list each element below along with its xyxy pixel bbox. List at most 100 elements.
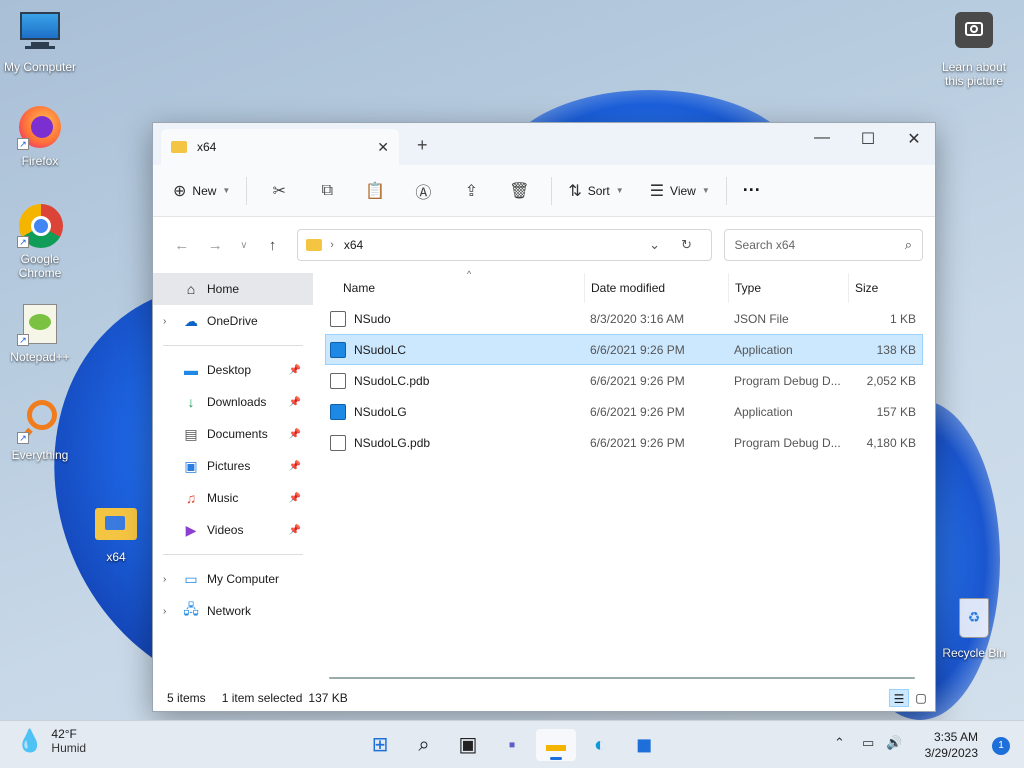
task-view-icon[interactable]: ▣ <box>448 729 488 761</box>
horizontal-scrollbar[interactable] <box>329 677 915 679</box>
column-size[interactable]: Size <box>849 273 919 303</box>
file-list: ^ Name Date modified Type Size NSudo 8/3/… <box>313 269 935 685</box>
taskbar: 💧 42°F Humid ⊞ ⌕ ▣ ▪ ▬ ◐ ◼ ⌃ ▭ 🔊 3:35 AM… <box>0 720 1024 768</box>
table-row[interactable]: NSudoLC 6/6/2021 9:26 PM Application 138 KB <box>325 334 923 365</box>
time: 3:35 AM <box>933 730 978 744</box>
recent-chevron-icon[interactable]: ∨ <box>232 240 256 251</box>
sidebar-item-network[interactable]: › 🖧 Network <box>153 595 313 627</box>
desktop-icon-firefox[interactable]: ↗ Firefox <box>0 104 80 168</box>
sidebar-item-onedrive[interactable]: › ☁ OneDrive <box>153 305 313 337</box>
file-type: JSON File <box>734 311 789 326</box>
desktop-icon-label: x64 <box>106 550 126 564</box>
pin-icon[interactable]: 📌 <box>289 429 301 440</box>
maximize-button[interactable]: ☐ <box>845 129 891 149</box>
desktop-icon-everything[interactable]: ↗ Everything <box>0 398 80 462</box>
camera-icon <box>951 10 997 56</box>
desktop-icon-label: Firefox <box>21 154 59 168</box>
delete-icon[interactable]: 🗑 <box>495 181 543 201</box>
tab-title: x64 <box>197 140 217 154</box>
search-input[interactable] <box>734 238 905 252</box>
forward-arrow-icon[interactable]: → <box>199 237 233 254</box>
sidebar-item-downloads[interactable]: ↓ Downloads 📌 <box>153 386 313 418</box>
divider <box>163 554 303 555</box>
start-icon[interactable]: ⊞ <box>360 729 400 761</box>
breadcrumb-x64[interactable]: x64 <box>344 238 639 252</box>
clock[interactable]: 3:35 AM 3/29/2023 <box>925 729 978 761</box>
tab-x64[interactable]: x64 ✕ <box>161 129 399 165</box>
minimize-button[interactable]: — <box>799 129 845 147</box>
details-view-icon[interactable]: ☰ <box>889 689 909 707</box>
desktop-icon-recycle-bin[interactable]: ♻ Recycle Bin <box>934 596 1014 660</box>
videos-icon: ▶ <box>185 521 197 538</box>
pin-icon[interactable]: 📌 <box>289 365 301 376</box>
address-bar[interactable]: › x64 ⌄ ↻ <box>297 229 712 261</box>
breadcrumb-chevron-icon: › <box>330 239 334 251</box>
desktop-icon-label: Everything <box>11 448 69 462</box>
table-row[interactable]: NSudoLC.pdb 6/6/2021 9:26 PM Program Debug… <box>325 365 923 396</box>
desktop-icon-notepadpp[interactable]: ↗ Notepad++ <box>0 300 80 364</box>
pin-icon[interactable]: 📌 <box>289 397 301 408</box>
tab-close-button[interactable]: ✕ <box>377 139 389 156</box>
new-button[interactable]: ⊕ New ▼ <box>165 175 238 207</box>
expand-chevron-icon[interactable]: › <box>163 574 181 585</box>
pin-icon[interactable]: 📌 <box>289 461 301 472</box>
table-row[interactable]: NSudoLG.pdb 6/6/2021 9:26 PM Program Debug… <box>325 427 923 458</box>
close-button[interactable]: ✕ <box>891 129 937 149</box>
pin-icon[interactable]: 📌 <box>289 493 301 504</box>
pin-icon[interactable]: 📌 <box>289 525 301 536</box>
table-row[interactable]: NSudoLG 6/6/2021 9:26 PM Application 157 KB <box>325 396 923 427</box>
explorer-body: ⌂ Home › ☁ OneDrive ▬ Desktop 📌 ↓ Downlo… <box>153 269 935 685</box>
download-icon: ↓ <box>187 394 195 410</box>
back-arrow-icon[interactable]: ← <box>165 237 199 254</box>
copy-icon[interactable]: ⧉ <box>303 182 351 200</box>
divider <box>725 176 727 205</box>
edge-icon[interactable]: ◐ <box>580 729 620 761</box>
desktop-icon-chrome[interactable]: ↗ Google Chrome <box>0 202 80 280</box>
weather-widget[interactable]: 💧 42°F Humid <box>16 727 86 755</box>
sidebar-item-documents[interactable]: ▤ Documents 📌 <box>153 418 313 450</box>
file-type: Application <box>734 404 793 419</box>
table-row[interactable]: NSudo 8/3/2020 3:16 AM JSON File 1 KB <box>325 303 923 334</box>
more-options-button[interactable]: ··· <box>735 175 769 207</box>
tiles-view-icon[interactable]: ▢ <box>911 689 931 707</box>
file-explorer-icon[interactable]: ▬ <box>536 729 576 761</box>
sidebar-item-pictures[interactable]: ▣ Pictures 📌 <box>153 450 313 482</box>
expand-chevron-icon[interactable]: › <box>163 606 181 617</box>
view-icon: ☰ <box>649 182 665 200</box>
desktop-icon-my-computer[interactable]: My Computer <box>0 10 80 74</box>
divider <box>163 345 303 346</box>
sidebar-item-home[interactable]: ⌂ Home <box>153 273 313 305</box>
search-box[interactable]: ⌕ <box>723 229 923 261</box>
sort-button[interactable]: ⇅ Sort ▼ <box>560 175 631 207</box>
sidebar-item-my-computer[interactable]: › ▭ My Computer <box>153 563 313 595</box>
new-tab-button[interactable]: + <box>417 135 428 156</box>
documents-icon: ▤ <box>184 425 198 442</box>
desktop-icon-learn-picture[interactable]: Learn about this picture <box>934 10 1014 88</box>
chat-icon[interactable]: ▪ <box>492 729 532 761</box>
sidebar-item-desktop[interactable]: ▬ Desktop 📌 <box>153 354 313 386</box>
chevron-up-icon[interactable]: ⌃ <box>834 735 845 751</box>
search-icon[interactable]: ⌕ <box>404 729 444 761</box>
cut-icon[interactable]: ✂ <box>255 181 303 201</box>
column-name[interactable]: Name <box>325 273 585 303</box>
network-icon[interactable]: ▭ <box>862 735 874 751</box>
store-icon[interactable]: ◼ <box>624 729 664 761</box>
sidebar-item-music[interactable]: ♫ Music 📌 <box>153 482 313 514</box>
view-button[interactable]: ☰ View ▼ <box>642 175 718 207</box>
command-bar: ⊕ New ▼ ✂ ⧉ 📋 Ⓐ ⇪ 🗑 ⇅ Sort ▼ ☰ View ▼ ··… <box>153 165 935 217</box>
paste-icon[interactable]: 📋 <box>351 181 399 201</box>
chevron-down-icon: ▼ <box>222 186 231 195</box>
refresh-icon[interactable]: ↻ <box>671 237 703 253</box>
volume-icon[interactable]: 🔊 <box>886 735 902 751</box>
notification-badge[interactable]: 1 <box>992 737 1010 755</box>
chevron-down-icon[interactable]: ⌄ <box>639 237 671 253</box>
column-date-modified[interactable]: Date modified <box>585 273 729 303</box>
up-arrow-icon[interactable]: ↑ <box>256 237 290 254</box>
column-type[interactable]: Type <box>729 273 849 303</box>
sidebar-item-videos[interactable]: ▶ Videos 📌 <box>153 514 313 546</box>
desktop-icon-x64[interactable]: x64 <box>76 500 156 564</box>
new-label: New <box>192 183 217 198</box>
expand-chevron-icon[interactable]: › <box>163 316 181 327</box>
rename-icon[interactable]: Ⓐ <box>399 179 447 203</box>
share-icon[interactable]: ⇪ <box>447 181 495 201</box>
